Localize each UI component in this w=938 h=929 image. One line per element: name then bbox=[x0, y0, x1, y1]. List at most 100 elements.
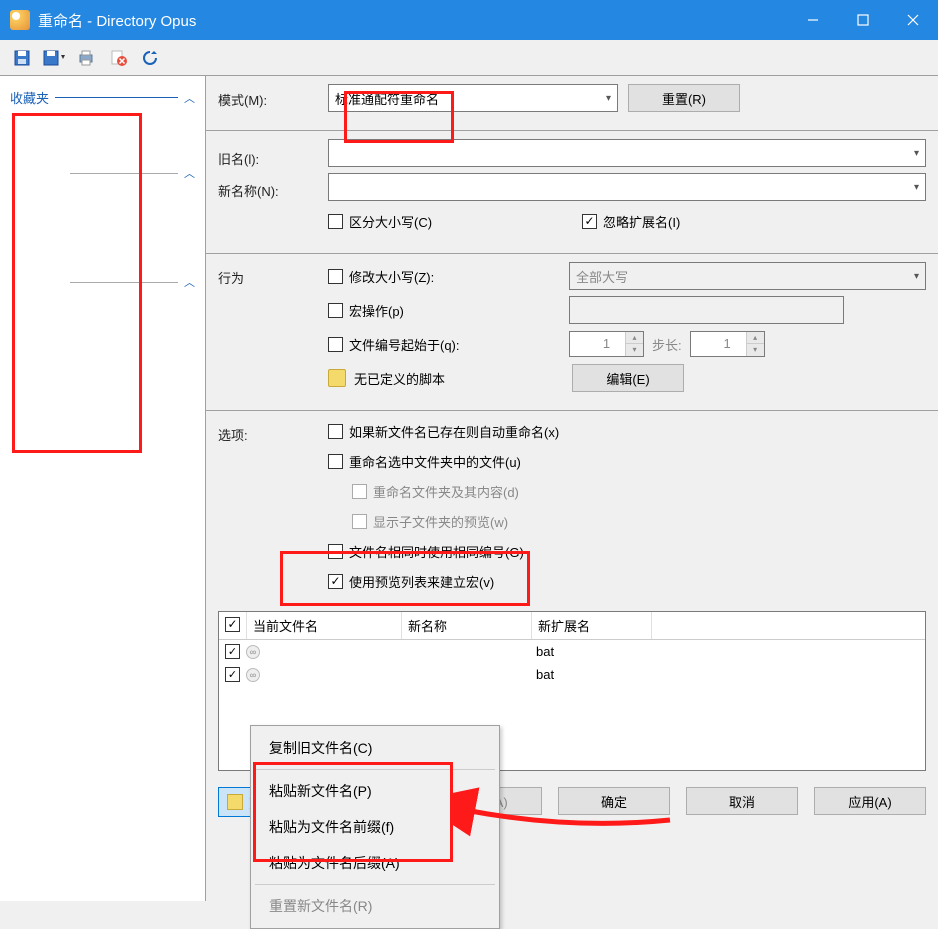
opt-folder-label: 重命名文件夹及其内容(d) bbox=[373, 482, 519, 501]
opt-same-checkbox[interactable] bbox=[328, 544, 343, 559]
spinner-down-icon[interactable]: ▾ bbox=[746, 344, 764, 356]
no-script-label: 无已定义的脚本 bbox=[354, 369, 572, 388]
edit-script-button[interactable]: 编辑(E) bbox=[572, 364, 684, 392]
preview-h2[interactable]: 新名称 bbox=[402, 612, 532, 639]
mode-combo[interactable]: 标准通配符重命名 ▾ bbox=[328, 84, 618, 112]
clipboard-context-menu: 复制旧文件名(C) 粘贴新文件名(P) 粘贴为文件名前缀(f) 粘贴为文件名后缀… bbox=[250, 725, 500, 929]
seq-value: 1 bbox=[603, 336, 610, 351]
delete-icon[interactable] bbox=[104, 44, 132, 72]
spinner-up-icon[interactable]: ▴ bbox=[625, 332, 643, 344]
preview-h3[interactable]: 新扩展名 bbox=[532, 612, 652, 639]
old-name-input[interactable]: ▾ bbox=[328, 139, 926, 167]
opt-macro-label: 使用预览列表来建立宏(v) bbox=[349, 572, 494, 591]
behavior-section: 行为 修改大小写(Z): 全部大写 ▾ 宏操作(p) 文 bbox=[206, 254, 938, 411]
macro-label: 宏操作(p) bbox=[349, 301, 569, 320]
script-icon bbox=[328, 369, 346, 387]
seq-label: 文件编号起始于(q): bbox=[349, 335, 569, 354]
app-icon bbox=[10, 10, 30, 30]
chevron-down-icon: ▾ bbox=[914, 271, 919, 282]
row-ext: bat bbox=[536, 667, 554, 682]
reset-button[interactable]: 重置(R) bbox=[628, 84, 740, 112]
chevron-down-icon: ▾ bbox=[914, 182, 919, 193]
clipboard-icon bbox=[227, 794, 243, 810]
case-combo[interactable]: 全部大写 ▾ bbox=[569, 262, 926, 290]
row-ext: bat bbox=[536, 644, 554, 659]
case-sensitive-checkbox[interactable] bbox=[328, 214, 343, 229]
macro-checkbox[interactable] bbox=[328, 303, 343, 318]
ctx-paste-suffix[interactable]: 粘贴为文件名后缀(A) bbox=[251, 845, 499, 881]
preview-row[interactable]: ∞ bat bbox=[219, 663, 925, 686]
refresh-icon[interactable] bbox=[136, 44, 164, 72]
toolbar bbox=[0, 40, 938, 76]
link-icon: ∞ bbox=[246, 668, 260, 682]
ok-button[interactable]: 确定 bbox=[558, 787, 670, 815]
preview-row[interactable]: ∞ bat bbox=[219, 640, 925, 663]
name-section: 旧名(l): 新名称(N): ▾ ▾ 区分大小写(C) bbox=[206, 131, 938, 254]
opt-auto-checkbox[interactable] bbox=[328, 424, 343, 439]
chevron-down-icon: ▾ bbox=[606, 93, 611, 104]
chevron-down-icon: ▾ bbox=[914, 148, 919, 159]
ctx-copy-old[interactable]: 复制旧文件名(C) bbox=[251, 730, 499, 766]
window-controls bbox=[788, 0, 938, 40]
preview-header: 当前文件名 新名称 新扩展名 bbox=[219, 612, 925, 640]
ctx-paste-new[interactable]: 粘贴新文件名(P) bbox=[251, 773, 499, 809]
opt-sub-label: 显示子文件夹的预览(w) bbox=[373, 512, 508, 531]
macro-input[interactable] bbox=[569, 296, 844, 324]
row-checkbox[interactable] bbox=[225, 667, 240, 682]
ignore-ext-label: 忽略扩展名(I) bbox=[603, 212, 680, 231]
preview-h1[interactable]: 当前文件名 bbox=[247, 612, 402, 639]
mode-label: 模式(M): bbox=[218, 84, 328, 118]
spinner-up-icon[interactable]: ▴ bbox=[746, 332, 764, 344]
seq-start-spinner[interactable]: 1 ▴ ▾ bbox=[569, 331, 644, 357]
options-section: 选项: 如果新文件名已存在则自动重命名(x) 重命名选中文件夹中的文件(u) 重… bbox=[206, 411, 938, 611]
ctx-paste-prefix[interactable]: 粘贴为文件名前缀(f) bbox=[251, 809, 499, 845]
sidebar-favorites-header[interactable]: 收藏夹 ︿ bbox=[0, 84, 205, 111]
chevron-up-icon[interactable]: ︿ bbox=[184, 274, 195, 290]
opt-auto-label: 如果新文件名已存在则自动重命名(x) bbox=[349, 422, 559, 441]
sidebar-section3-header[interactable]: ︿ bbox=[0, 270, 205, 294]
menu-separator bbox=[255, 769, 495, 770]
step-label: 步长: bbox=[652, 335, 682, 354]
step-spinner[interactable]: 1 ▴ ▾ bbox=[690, 331, 765, 357]
new-name-input[interactable]: ▾ bbox=[328, 173, 926, 201]
cancel-button[interactable]: 取消 bbox=[686, 787, 798, 815]
case-sensitive-label: 区分大小写(C) bbox=[349, 212, 432, 231]
modify-case-label: 修改大小写(Z): bbox=[349, 267, 569, 286]
mode-section: 模式(M): 标准通配符重命名 ▾ 重置(R) bbox=[206, 76, 938, 131]
opt-macro-checkbox[interactable] bbox=[328, 574, 343, 589]
chevron-up-icon[interactable]: ︿ bbox=[184, 90, 195, 106]
opt-sel-checkbox[interactable] bbox=[328, 454, 343, 469]
spinner-down-icon[interactable]: ▾ bbox=[625, 344, 643, 356]
save-dropdown-icon[interactable] bbox=[40, 44, 68, 72]
minimize-button[interactable] bbox=[788, 0, 838, 40]
sidebar-section2-header[interactable]: ︿ bbox=[0, 161, 205, 185]
seq-checkbox[interactable] bbox=[328, 337, 343, 352]
sidebar-favorites-label: 收藏夹 bbox=[10, 88, 49, 107]
print-icon[interactable] bbox=[72, 44, 100, 72]
titlebar: 重命名 - Directory Opus bbox=[0, 0, 938, 40]
behavior-label: 行为 bbox=[218, 262, 328, 398]
maximize-button[interactable] bbox=[838, 0, 888, 40]
link-icon: ∞ bbox=[246, 645, 260, 659]
modify-case-checkbox[interactable] bbox=[328, 269, 343, 284]
sidebar: 收藏夹 ︿ ︿ ︿ bbox=[0, 76, 206, 901]
opt-sub-checkbox bbox=[352, 514, 367, 529]
opt-sel-label: 重命名选中文件夹中的文件(u) bbox=[349, 452, 521, 471]
ctx-reset-new: 重置新文件名(R) bbox=[251, 888, 499, 924]
chevron-up-icon[interactable]: ︿ bbox=[184, 165, 195, 181]
options-label: 选项: bbox=[218, 419, 328, 599]
apply-button[interactable]: 应用(A) bbox=[814, 787, 926, 815]
new-name-label: 新名称(N): bbox=[218, 177, 328, 209]
case-combo-value: 全部大写 bbox=[576, 267, 628, 286]
row-checkbox[interactable] bbox=[225, 644, 240, 659]
ignore-ext-checkbox[interactable] bbox=[582, 214, 597, 229]
opt-same-label: 文件名相同时使用相同编号(G) bbox=[349, 542, 524, 561]
save-icon[interactable] bbox=[8, 44, 36, 72]
close-button[interactable] bbox=[888, 0, 938, 40]
opt-folder-checkbox bbox=[352, 484, 367, 499]
mode-combo-value: 标准通配符重命名 bbox=[335, 89, 439, 108]
old-name-label: 旧名(l): bbox=[218, 145, 328, 177]
menu-separator bbox=[255, 884, 495, 885]
preview-select-all[interactable] bbox=[225, 617, 240, 632]
step-value: 1 bbox=[724, 336, 731, 351]
